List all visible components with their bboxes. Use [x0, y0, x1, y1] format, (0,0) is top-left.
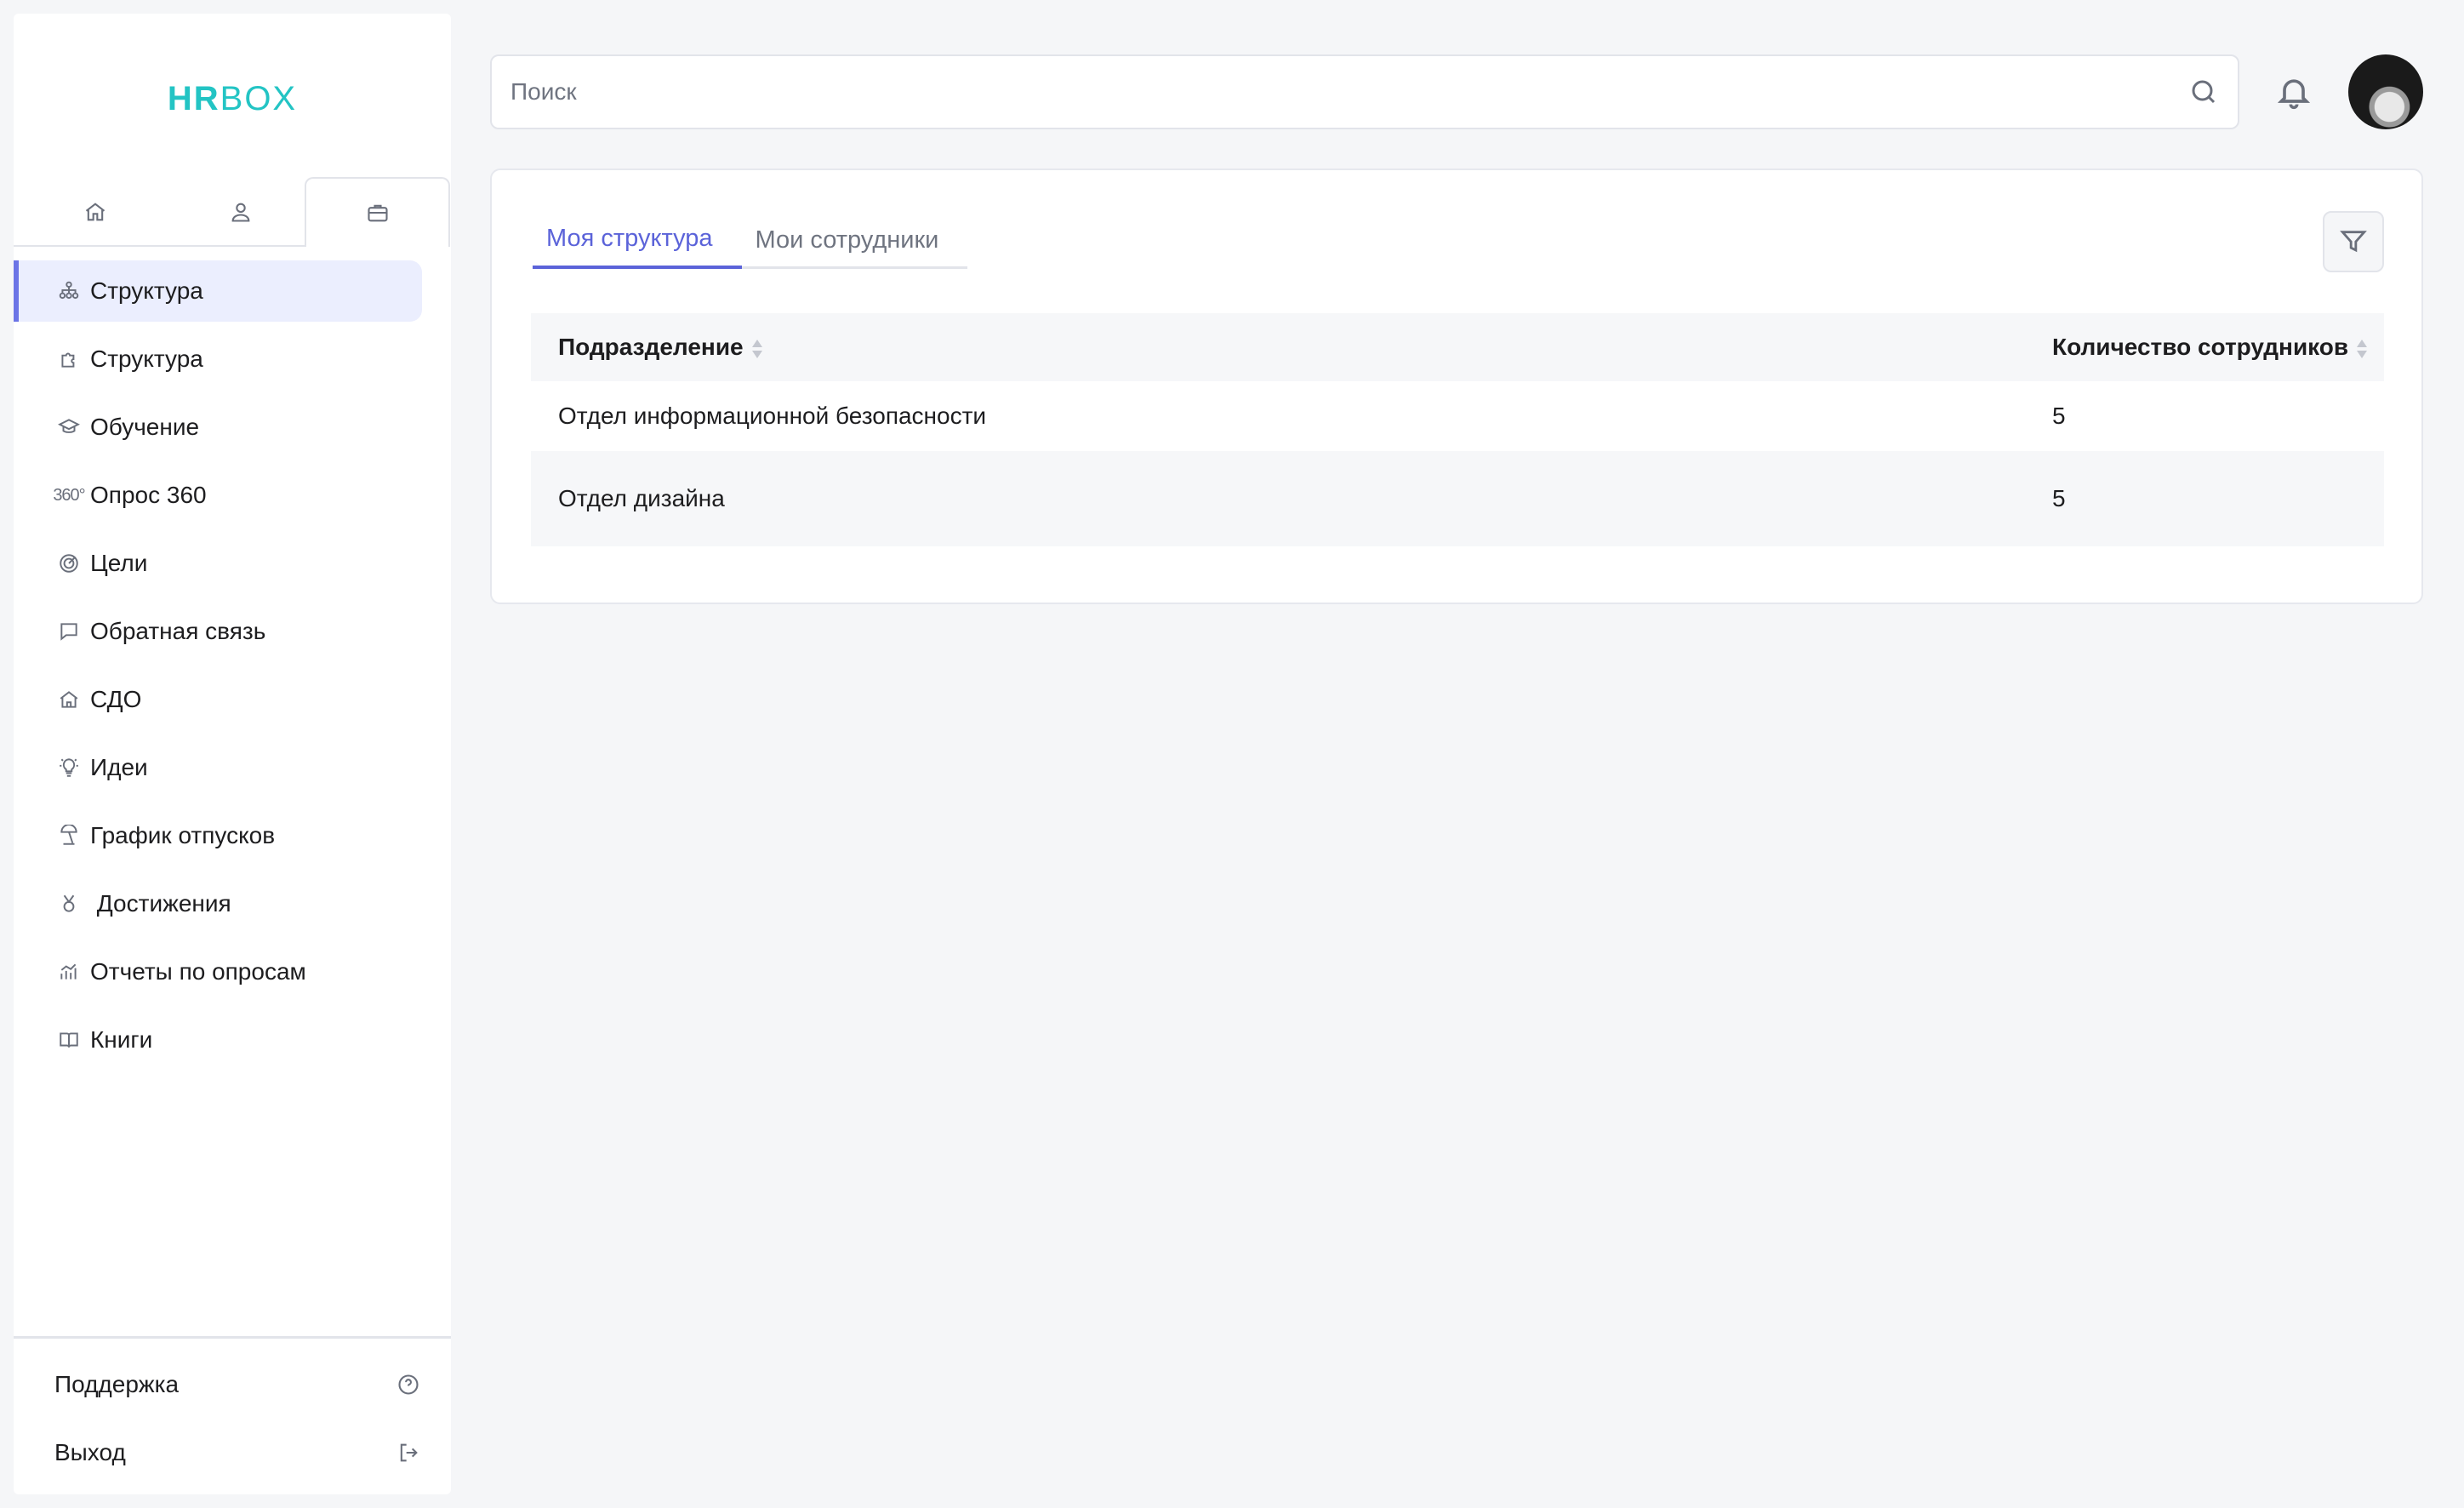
content-tabs: Моя структура Мои сотрудники — [533, 211, 968, 269]
avatar[interactable] — [2348, 54, 2423, 129]
search-bar — [490, 54, 2239, 129]
filter-icon — [2340, 231, 2367, 253]
chat-bubble-icon — [56, 619, 82, 644]
tab-my-employees[interactable]: Мои сотрудники — [742, 211, 968, 269]
sidebar-tab-profile[interactable] — [168, 177, 313, 247]
nav-item-label: График отпусков — [90, 822, 276, 848]
logout-link[interactable]: Выход — [54, 1427, 420, 1478]
lightbulb-icon — [56, 755, 82, 780]
table-header-row: Подразделение Количество сотрудников — [531, 313, 2384, 381]
nav-item-label: Структура — [90, 277, 203, 304]
table-row[interactable]: Отдел дизайна 5 — [531, 451, 2384, 546]
target-icon — [56, 551, 82, 576]
logo-box-text: BOX — [220, 80, 298, 117]
briefcase-icon — [367, 204, 388, 222]
sidebar-tabbar — [14, 163, 451, 247]
nav-item-label: Обучение — [90, 414, 200, 440]
support-link[interactable]: Поддержка — [54, 1359, 420, 1410]
logout-icon — [400, 1443, 418, 1462]
user-icon — [231, 203, 249, 222]
help-circle-icon — [398, 1374, 419, 1395]
nav-item-label: Достижения — [90, 890, 231, 917]
employee-count-cell: 5 — [2052, 451, 2384, 546]
search-icon[interactable] — [2188, 77, 2219, 107]
column-header-employee-count[interactable]: Количество сотрудников — [2052, 313, 2384, 381]
nav-item-label: Опрос 360 — [90, 482, 207, 508]
structure-card: Моя структура Мои сотрудники Подразделен… — [490, 169, 2423, 604]
sidebar-bottom: Поддержка Выход — [14, 1336, 451, 1494]
logo-hr-text: HR — [167, 80, 220, 117]
360-icon: 360° — [53, 485, 85, 505]
bell-icon — [2277, 79, 2311, 110]
table-row[interactable]: Отдел информационной безопасности 5 — [531, 381, 2384, 451]
sidebar-tab-home[interactable] — [22, 177, 168, 247]
nav-item-survey-reports[interactable]: Отчеты по опросам — [14, 941, 422, 1002]
column-header-department[interactable]: Подразделение — [531, 313, 2052, 381]
tabbar-divider — [14, 245, 306, 247]
graduation-cap-icon — [56, 414, 82, 440]
beach-umbrella-icon — [56, 823, 82, 848]
nav-item-label: Отчеты по опросам — [90, 958, 306, 985]
support-label: Поддержка — [54, 1371, 180, 1397]
home-icon — [56, 687, 82, 712]
sort-icon[interactable] — [751, 338, 762, 360]
logo[interactable]: HRBOX — [14, 80, 451, 118]
logout-label: Выход — [54, 1439, 126, 1465]
department-cell: Отдел информационной безопасности — [531, 381, 2052, 451]
departments-table: Подразделение Количество сотрудников Отд… — [531, 313, 2384, 546]
sidebar-tab-work[interactable] — [305, 177, 450, 247]
filter-button[interactable] — [2323, 211, 2384, 272]
sidebar-nav: Структура Структура Обучение 360° Опрос … — [14, 248, 451, 1071]
sidebar: HRBOX Структура Структура Обучение 360° … — [14, 14, 451, 1494]
sort-icon[interactable] — [2357, 338, 2368, 360]
nav-item-label: Цели — [90, 550, 148, 576]
nav-item-feedback[interactable]: Обратная связь — [14, 601, 422, 662]
nav-item-ideas[interactable]: Идеи — [14, 737, 422, 798]
home-icon — [85, 203, 105, 221]
employee-count-cell: 5 — [2052, 381, 2384, 451]
medal-icon — [56, 891, 82, 917]
nav-item-label: Обратная связь — [90, 618, 266, 644]
puzzle-icon — [56, 346, 82, 372]
notifications-button[interactable] — [2275, 73, 2313, 111]
nav-item-vacations[interactable]: График отпусков — [14, 805, 422, 866]
nav-item-label: Структура — [90, 346, 203, 372]
nav-item-lms[interactable]: СДО — [14, 669, 422, 730]
nav-item-survey-360[interactable]: 360° Опрос 360 — [14, 465, 422, 526]
department-cell: Отдел дизайна — [531, 451, 2052, 546]
nav-item-structure-2[interactable]: Структура — [14, 328, 422, 390]
nav-item-goals[interactable]: Цели — [14, 533, 422, 594]
tab-my-structure[interactable]: Моя структура — [533, 211, 742, 269]
nav-item-achievements[interactable]: Достижения — [14, 873, 422, 934]
chart-icon — [56, 959, 82, 985]
org-structure-icon — [56, 278, 82, 304]
nav-item-books[interactable]: Книги — [14, 1009, 422, 1071]
nav-item-label: Книги — [90, 1026, 153, 1053]
nav-item-label: Идеи — [90, 754, 148, 780]
nav-item-learning[interactable]: Обучение — [14, 397, 422, 458]
app-root: HRBOX Структура Структура Обучение 360° … — [0, 0, 2464, 1508]
search-input[interactable] — [510, 78, 2188, 106]
nav-item-structure[interactable]: Структура — [14, 260, 422, 322]
book-icon — [56, 1027, 82, 1053]
nav-item-label: СДО — [90, 686, 142, 712]
